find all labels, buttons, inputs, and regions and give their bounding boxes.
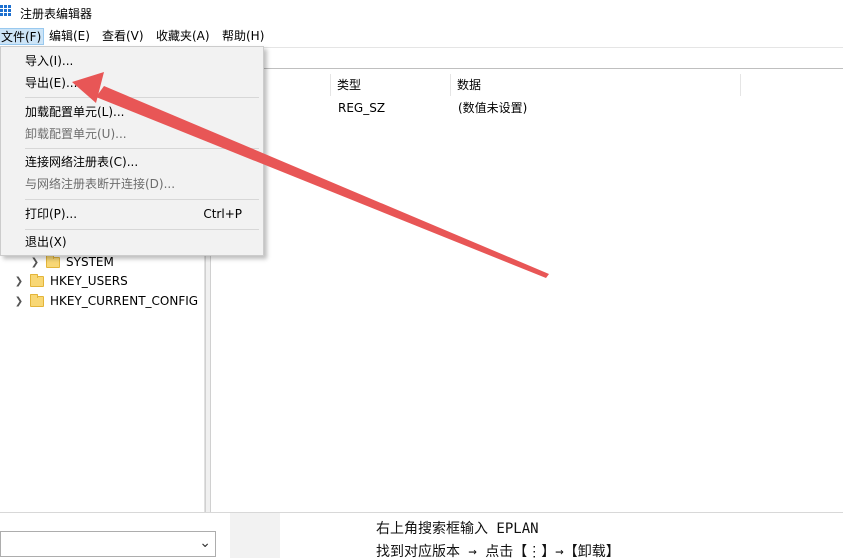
menu-separator <box>25 97 259 98</box>
tree-item-label: HKEY_USERS <box>50 274 128 288</box>
menu-item-print[interactable]: 打印(P)... Ctrl+P <box>2 203 262 225</box>
chevron-right-icon[interactable]: ❯ <box>14 276 24 287</box>
tree-item-label: HKEY_CURRENT_CONFIG <box>50 294 199 308</box>
chevron-right-icon[interactable]: ❯ <box>30 257 40 268</box>
registry-editor-icon <box>0 5 12 19</box>
menu-item-print-label: 打印(P)... <box>25 207 78 221</box>
instruction-line-1: 右上角搜索框输入 EPLAN <box>376 521 539 537</box>
instruction-line-2: 找到对应版本 → 点击【⋮】→【卸载】 <box>376 544 620 558</box>
menu-item-disconnect-network: 与网络注册表断开连接(D)... <box>25 177 176 191</box>
menu-help[interactable]: 帮助(H) <box>220 28 266 45</box>
menu-file[interactable]: 文件(F) <box>0 28 45 45</box>
folder-icon <box>46 254 60 268</box>
column-header-type[interactable]: 类型 <box>331 74 451 96</box>
file-menu: 导入(I)... 导出(E)... 加载配置单元(L)... 卸载配置单元(U)… <box>0 46 264 256</box>
menu-item-export[interactable]: 导出(E)... <box>2 72 262 94</box>
menu-separator <box>25 148 259 149</box>
menu-edit[interactable]: 编辑(E) <box>47 28 92 45</box>
column-header-data[interactable]: 数据 <box>451 74 741 96</box>
tree-item-label: SYSTEM <box>66 255 114 269</box>
bottom-area: ⌄ 右上角搜索框输入 EPLAN 找到对应版本 → 点击【⋮】→【卸载】 <box>0 512 843 558</box>
chevron-right-icon[interactable]: ❯ <box>14 296 24 307</box>
menu-item-unload-hive: 卸载配置单元(U)... <box>25 127 127 141</box>
folder-icon <box>30 273 44 287</box>
chevron-down-icon[interactable]: ⌄ <box>199 535 211 551</box>
divider-panel <box>230 513 280 558</box>
tree-item-hkey-users[interactable]: ❯ HKEY_USERS <box>14 271 128 291</box>
tree-item-hkey-current-config[interactable]: ❯ HKEY_CURRENT_CONFIG <box>14 291 198 311</box>
folder-icon <box>30 293 44 307</box>
print-shortcut: Ctrl+P <box>203 207 242 221</box>
values-list: 类型 数据 ) REG_SZ (数值未设置) <box>211 70 843 512</box>
menu-item-import[interactable]: 导入(I)... <box>2 50 262 72</box>
title-bar: 注册表编辑器 <box>0 0 843 26</box>
menu-item-connect-network[interactable]: 连接网络注册表(C)... <box>2 151 262 173</box>
dropdown-select[interactable]: ⌄ <box>0 531 216 557</box>
menu-separator <box>25 199 259 200</box>
menu-item-exit[interactable]: 退出(X) <box>2 231 262 253</box>
menu-favorites[interactable]: 收藏夹(A) <box>154 28 212 45</box>
menu-bar: 文件(F) 编辑(E) 查看(V) 收藏夹(A) 帮助(H) <box>0 26 843 46</box>
value-type-cell[interactable]: REG_SZ <box>338 98 385 118</box>
window-title: 注册表编辑器 <box>20 7 93 21</box>
menu-separator <box>25 229 259 230</box>
value-data-cell[interactable]: (数值未设置) <box>458 98 527 118</box>
menu-item-load-hive[interactable]: 加载配置单元(L)... <box>2 101 262 123</box>
menu-view[interactable]: 查看(V) <box>100 28 146 45</box>
